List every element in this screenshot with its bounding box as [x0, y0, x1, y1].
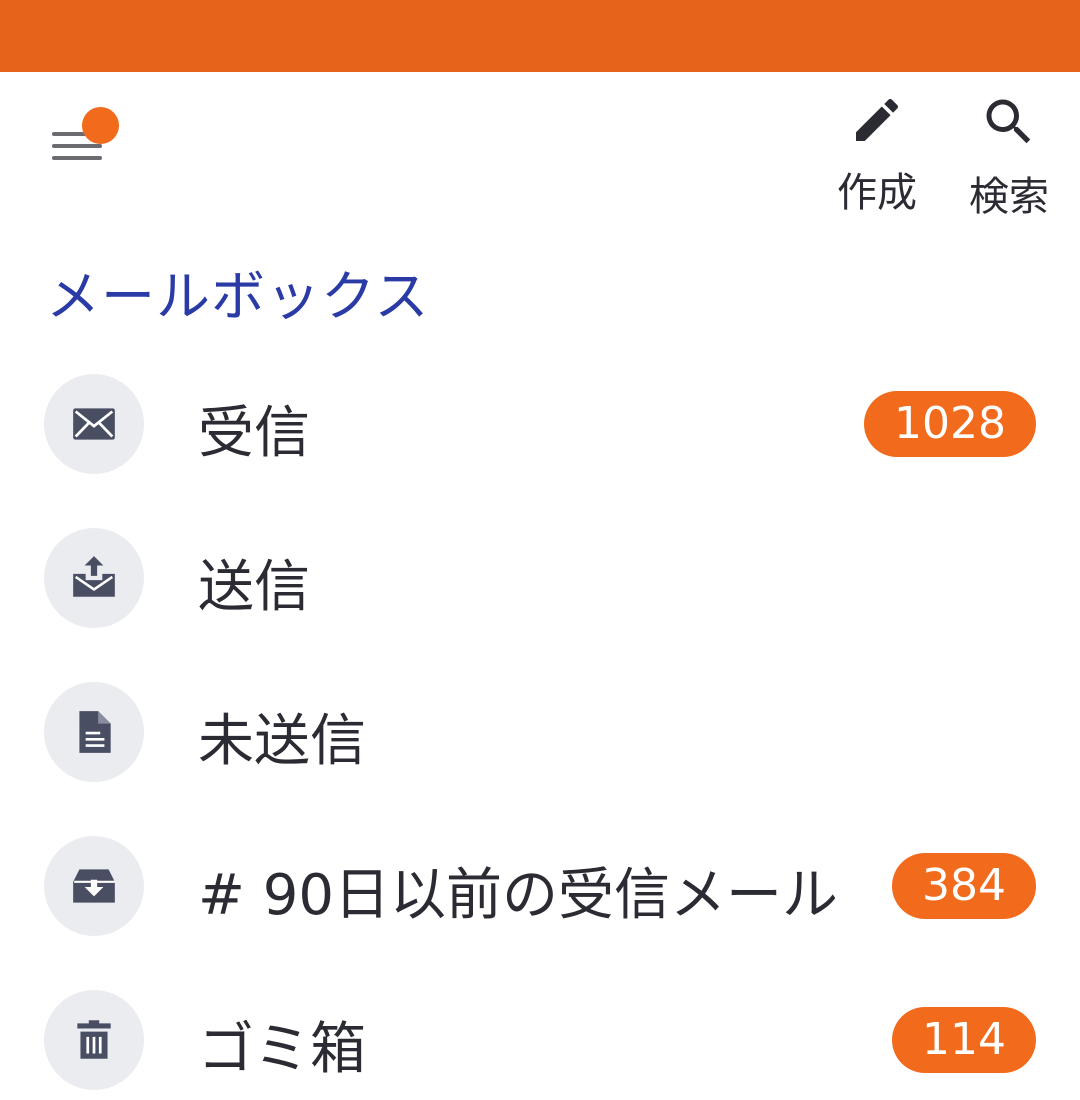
top-toolbar: 作成 検索 — [0, 72, 1080, 222]
mailbox-label: 未送信 — [198, 709, 366, 774]
mailbox-label: 送信 — [198, 555, 310, 620]
sent-envelope-icon — [73, 556, 115, 597]
mailbox-item-inbox[interactable]: 受信 1028 — [0, 364, 1080, 484]
draft-document-icon — [79, 711, 111, 753]
archive-tray-icon — [73, 869, 115, 903]
status-bar — [0, 0, 1080, 72]
search-icon — [986, 99, 1031, 144]
mailbox-item-archive[interactable]: # 90日以前の受信メール 384 — [0, 826, 1080, 946]
search-button[interactable]: 検索 — [954, 92, 1064, 220]
mailbox-label: 受信 — [198, 401, 310, 466]
mailbox-item-trash[interactable]: ゴミ箱 114 — [0, 980, 1080, 1100]
search-label: 検索 — [969, 174, 1049, 220]
compose-button[interactable]: 作成 — [822, 92, 932, 216]
unread-count-badge: 114 — [892, 1007, 1036, 1073]
pencil-icon — [856, 98, 899, 141]
unread-count-badge: 384 — [892, 853, 1036, 919]
notification-dot — [82, 107, 119, 144]
mailbox-item-drafts[interactable]: 未送信 — [0, 672, 1080, 792]
mailbox-item-sent[interactable]: 送信 — [0, 518, 1080, 638]
unread-count-badge: 1028 — [864, 391, 1036, 457]
trash-icon — [77, 1020, 111, 1059]
section-title: メールボックス — [46, 265, 430, 328]
mailbox-label: # 90日以前の受信メール — [198, 863, 838, 928]
inbox-envelope-icon — [73, 408, 115, 440]
mailbox-label: ゴミ箱 — [198, 1017, 366, 1082]
compose-label: 作成 — [837, 170, 917, 216]
menu-button[interactable] — [38, 98, 128, 178]
